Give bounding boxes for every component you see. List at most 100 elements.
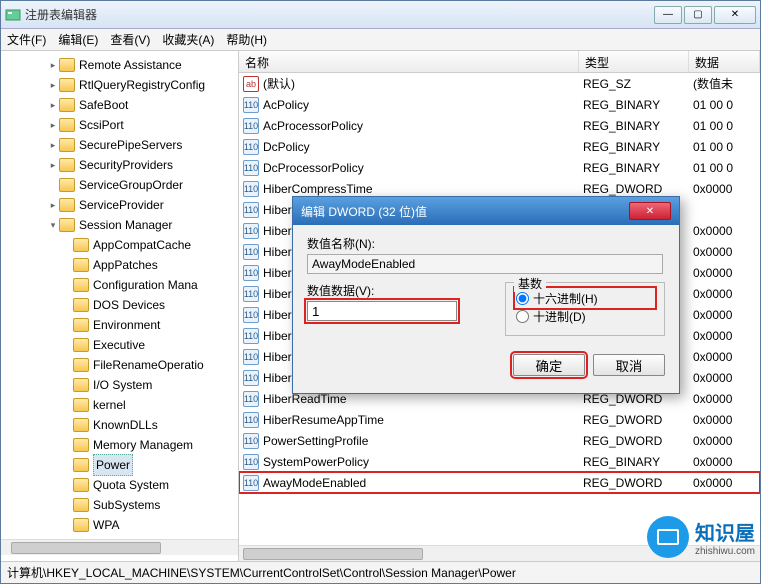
list-row[interactable]: 110HiberResumeAppTimeREG_DWORD0x0000 [239,409,760,430]
col-data[interactable]: 数据 [689,51,760,72]
value-data: 0x0000 [693,329,760,343]
tree-item[interactable]: Executive [5,335,238,355]
menu-edit[interactable]: 编辑(E) [58,31,98,48]
twisty-icon[interactable]: ▸ [47,135,59,155]
value-data: 0x0000 [693,245,760,259]
tree-item[interactable]: ▸RtlQueryRegistryConfig [5,75,238,95]
binary-value-icon: 110 [243,391,259,407]
value-data-input[interactable] [307,301,457,321]
tree-item[interactable]: DOS Devices [5,295,238,315]
tree-pane[interactable]: ▸ Remote Assistance▸RtlQueryRegistryConfi… [1,51,239,561]
list-row[interactable]: 110DcProcessorPolicyREG_BINARY01 00 0 [239,157,760,178]
tree-label: Remote Assistance [79,55,182,75]
binary-value-icon: 110 [243,223,259,239]
tree-label: I/O System [93,375,152,395]
value-data: (数值未 [693,75,760,92]
value-data: 0x0000 [693,224,760,238]
twisty-icon[interactable]: ▾ [47,215,59,235]
folder-icon [59,58,75,72]
tree-item[interactable]: ▸ServiceProvider [5,195,238,215]
binary-value-icon: 110 [243,475,259,491]
list-row[interactable]: 110AcPolicyREG_BINARY01 00 0 [239,94,760,115]
tree-item[interactable]: ▸ Remote Assistance [5,55,238,75]
twisty-icon[interactable]: ▸ [47,195,59,215]
cancel-button[interactable]: 取消 [593,354,665,376]
tree-item[interactable]: Configuration Mana [5,275,238,295]
tree-item[interactable]: KnownDLLs [5,415,238,435]
twisty-icon[interactable]: ▸ [47,75,59,95]
menu-help[interactable]: 帮助(H) [226,31,267,48]
radio-dec[interactable] [516,310,529,323]
value-name: AcPolicy [263,98,583,112]
list-row[interactable]: 110PowerSettingProfileREG_DWORD0x0000 [239,430,760,451]
dialog-close-button[interactable]: ✕ [629,202,671,220]
value-data: 01 00 0 [693,98,760,112]
tree-item[interactable]: Memory Managem [5,435,238,455]
tree-item[interactable]: kernel [5,395,238,415]
tree-item[interactable]: ServiceGroupOrder [5,175,238,195]
binary-value-icon: 110 [243,181,259,197]
tree-item[interactable]: AppCompatCache [5,235,238,255]
tree-item[interactable]: ▸ SecurityProviders [5,155,238,175]
col-type[interactable]: 类型 [579,51,689,72]
list-row[interactable]: 110AcProcessorPolicyREG_BINARY01 00 0 [239,115,760,136]
binary-value-icon: 110 [243,97,259,113]
maximize-button[interactable]: ▢ [684,6,712,24]
folder-icon [73,418,89,432]
twisty-icon[interactable]: ▸ [47,95,59,115]
tree-item[interactable]: Quota System [5,475,238,495]
value-type: REG_BINARY [583,161,693,175]
list-row[interactable]: 110AwayModeEnabledREG_DWORD0x0000 [239,472,760,493]
tree-item[interactable]: Power [5,455,238,475]
tree-hscroll[interactable] [1,539,238,555]
radio-hex[interactable] [516,292,529,305]
menu-view[interactable]: 查看(V) [110,31,150,48]
folder-icon [73,458,89,472]
ok-button[interactable]: 确定 [513,354,585,376]
folder-icon [73,238,89,252]
value-type: REG_DWORD [583,413,693,427]
menu-fav[interactable]: 收藏夹(A) [162,31,214,48]
tree-label: SubSystems [93,495,160,515]
radio-dec-label: 十进制(D) [533,308,586,325]
list-row[interactable]: 110SystemPowerPolicyREG_BINARY0x0000 [239,451,760,472]
value-name: DcPolicy [263,140,583,154]
tree-item[interactable]: WPA [5,515,238,535]
dialog-titlebar[interactable]: 编辑 DWORD (32 位)值 ✕ [293,197,679,225]
folder-icon [73,398,89,412]
tree-item[interactable]: FileRenameOperatio [5,355,238,375]
tree-item[interactable]: ▸ScsiPort [5,115,238,135]
tree-item[interactable]: ▸SafeBoot [5,95,238,115]
value-data: 0x0000 [693,476,760,490]
watermark-text: 知识屋 [695,517,755,546]
list-row[interactable]: ab(默认)REG_SZ(数值未 [239,73,760,94]
tree-item[interactable]: I/O System [5,375,238,395]
tree-item[interactable]: ▸SecurePipeServers [5,135,238,155]
minimize-button[interactable]: — [654,6,682,24]
close-button[interactable]: ✕ [714,6,756,24]
menubar: 文件(F) 编辑(E) 查看(V) 收藏夹(A) 帮助(H) [1,29,760,51]
twisty-icon[interactable]: ▸ [47,55,59,75]
tree-item[interactable]: ▾Session Manager [5,215,238,235]
binary-value-icon: 110 [243,244,259,260]
twisty-icon[interactable]: ▸ [47,115,59,135]
value-data: 01 00 0 [693,161,760,175]
col-name[interactable]: 名称 [239,51,579,72]
folder-icon [73,338,89,352]
list-row[interactable]: 110DcPolicyREG_BINARY01 00 0 [239,136,760,157]
tree-label: SecurityProviders [79,155,173,175]
tree-label: FileRenameOperatio [93,355,204,375]
binary-value-icon: 110 [243,265,259,281]
value-data: 0x0000 [693,266,760,280]
twisty-icon[interactable]: ▸ [47,155,59,175]
value-type: REG_BINARY [583,455,693,469]
menu-file[interactable]: 文件(F) [7,31,46,48]
binary-value-icon: 110 [243,454,259,470]
value-name: DcProcessorPolicy [263,161,583,175]
tree-item[interactable]: Environment [5,315,238,335]
tree-item[interactable]: SubSystems [5,495,238,515]
titlebar[interactable]: 注册表编辑器 — ▢ ✕ [1,1,760,29]
value-name: PowerSettingProfile [263,434,583,448]
tree-item[interactable]: AppPatches [5,255,238,275]
list-header[interactable]: 名称 类型 数据 [239,51,760,73]
